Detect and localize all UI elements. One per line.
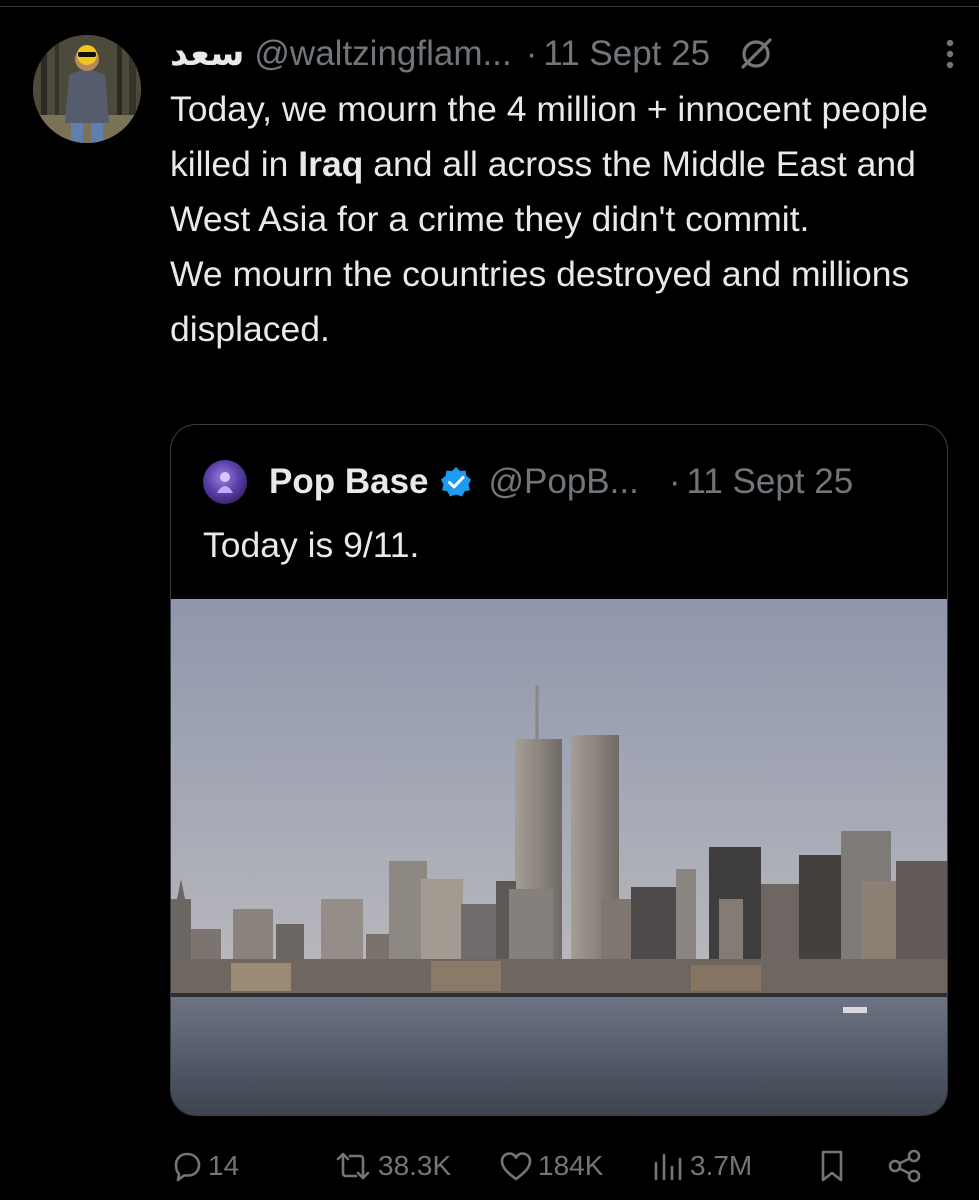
repost-button[interactable]: 38.3K — [332, 1138, 451, 1194]
tweet-text: Today, we mourn the 4 million + innocent… — [170, 82, 960, 357]
views-icon — [654, 1153, 682, 1181]
verified-icon — [439, 465, 473, 499]
quoted-author-name[interactable]: Pop Base — [269, 462, 429, 502]
bookmark-icon — [821, 1150, 843, 1182]
tweet-header: سعد @waltzingflam... · 11 Sept 25 — [170, 28, 954, 80]
views-count: 3.7M — [690, 1150, 753, 1181]
bookmark-button[interactable] — [815, 1138, 853, 1194]
share-button[interactable] — [886, 1138, 928, 1194]
header-separator: · — [525, 34, 538, 73]
author-name[interactable]: سعد — [170, 34, 244, 74]
tweet-text-bold: Iraq — [298, 144, 364, 184]
author-avatar[interactable] — [33, 35, 141, 143]
quoted-tweet-header: Pop Base @PopB... · 11 Sept 25 — [203, 457, 923, 507]
reply-button[interactable]: 14 — [170, 1138, 239, 1194]
share-icon — [888, 1149, 921, 1183]
more-icon[interactable] — [930, 34, 970, 74]
tweet-paragraph-2: We mourn the countries destroyed and mil… — [170, 254, 910, 349]
like-icon — [500, 1152, 532, 1181]
repost-icon — [336, 1152, 370, 1180]
quoted-tweet-text: Today is 9/11. — [203, 525, 420, 565]
author-handle[interactable]: @waltzingflam... — [254, 34, 511, 74]
views-button[interactable]: 3.7M — [650, 1138, 752, 1194]
tweet-date[interactable]: 11 Sept 25 — [543, 34, 710, 74]
like-count: 184K — [538, 1150, 604, 1181]
quoted-author-handle[interactable]: @PopB... — [489, 462, 639, 502]
quoted-tweet[interactable]: Pop Base @PopB... · 11 Sept 25 Today is … — [170, 424, 948, 1116]
action-bar: 14 38.3K 184K 3.7M — [170, 1138, 930, 1194]
quoted-tweet-photo[interactable] — [171, 599, 947, 1115]
reply-icon — [174, 1152, 201, 1182]
like-button[interactable]: 184K — [498, 1138, 603, 1194]
grok-icon[interactable] — [736, 34, 776, 74]
reply-count: 14 — [208, 1150, 240, 1181]
quoted-tweet-date[interactable]: 11 Sept 25 — [686, 462, 853, 502]
quoted-author-avatar[interactable] — [203, 460, 247, 504]
tweet-paragraph-1: Today, we mourn the 4 million + innocent… — [170, 82, 960, 247]
quoted-header-separator: · — [668, 462, 681, 501]
repost-count: 38.3K — [378, 1150, 452, 1181]
top-divider — [0, 6, 979, 7]
